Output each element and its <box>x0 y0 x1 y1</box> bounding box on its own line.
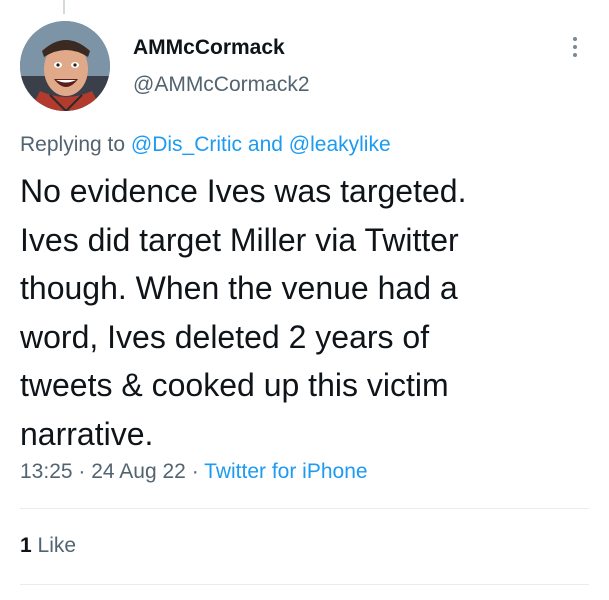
tweet-date[interactable]: 24 Aug 22 <box>91 460 186 483</box>
more-options-icon <box>573 37 577 41</box>
replying-to-line: Replying to @Dis_Critic and @leakylike <box>20 133 391 157</box>
tweet-time[interactable]: 13:25 <box>20 460 73 483</box>
likes-count-button[interactable]: 1 Like <box>20 534 76 558</box>
tweet-text-line: narrative. <box>20 415 154 452</box>
tweet-text-line: tweets & cooked up this victim <box>20 367 449 403</box>
more-options-icon-dot <box>573 53 577 57</box>
tweet-text-line: No evidence Ives was targeted. <box>20 173 467 209</box>
tweet-source-link[interactable]: Twitter for iPhone <box>204 460 367 483</box>
mention-link-dis-critic[interactable]: @Dis_Critic <box>131 133 242 156</box>
replying-to-conjunction: and <box>247 133 283 156</box>
author-display-name[interactable]: AMMcCormack <box>133 36 285 60</box>
more-options-button[interactable] <box>560 32 590 62</box>
more-options-icon-dot <box>573 45 577 49</box>
mention-link-leakylike[interactable]: @leakylike <box>289 133 391 156</box>
author-handle[interactable]: @AMMcCormack2 <box>133 73 310 97</box>
avatar[interactable] <box>20 21 110 111</box>
tweet-text-line: Ives did target Miller via Twitter <box>20 221 459 258</box>
tweet-metadata: 13:25 · 24 Aug 22 · Twitter for iPhone <box>20 460 368 484</box>
likes-count: 1 <box>20 534 32 557</box>
replying-to-prefix: Replying to <box>20 133 126 156</box>
tweet-text-line: word, Ives deleted 2 years of <box>20 318 430 355</box>
tweet-text: No evidence Ives was targeted. Ives did … <box>20 167 590 458</box>
meta-separator: · <box>78 460 86 483</box>
meta-separator: · <box>191 460 199 483</box>
divider <box>20 508 589 509</box>
avatar-image <box>20 21 110 111</box>
tweet-text-line: though. When the venue had a <box>20 270 458 306</box>
divider <box>20 584 589 585</box>
thread-connector-line <box>63 0 65 14</box>
likes-label: Like <box>37 534 77 557</box>
